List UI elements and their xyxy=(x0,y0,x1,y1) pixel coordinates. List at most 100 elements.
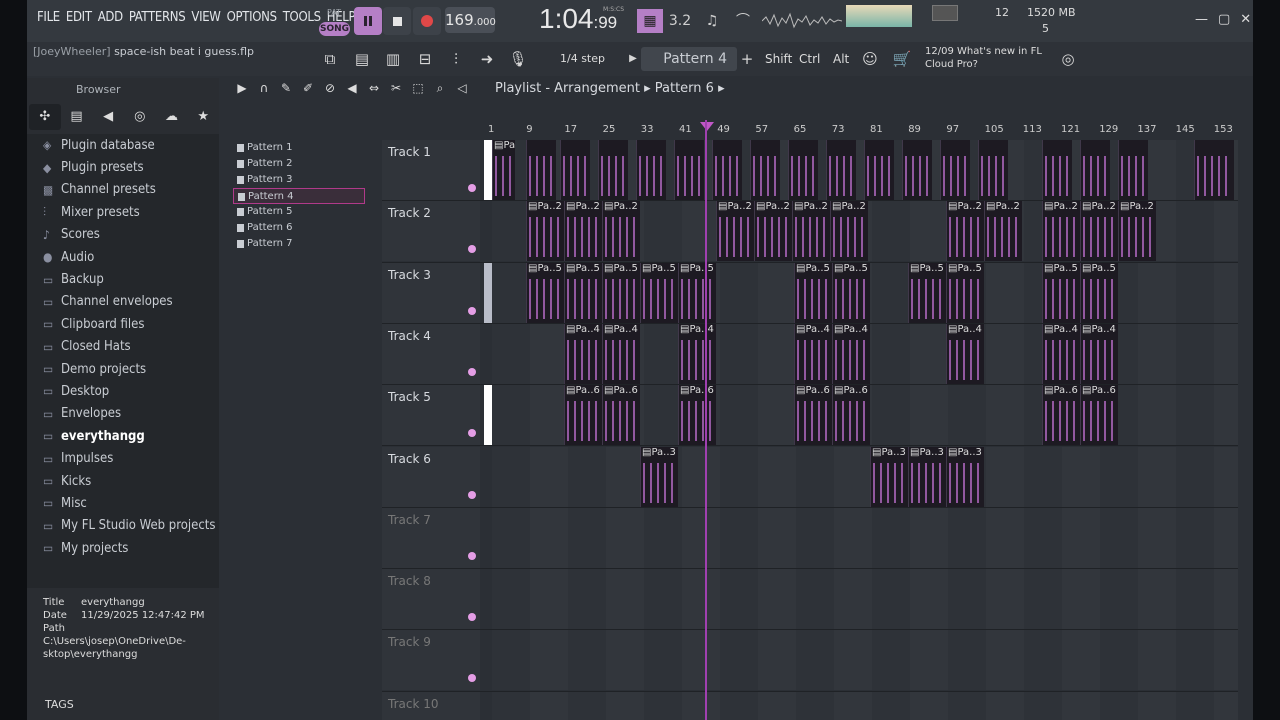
pattern-clip[interactable]: ▤Pa..3 xyxy=(640,446,678,507)
magnet-icon[interactable]: ∩ xyxy=(255,81,273,96)
menu-view[interactable]: VIEW xyxy=(188,10,223,25)
slip-icon[interactable]: ⇔ xyxy=(365,81,383,96)
pattern-clip[interactable]: ▤Pa..5 xyxy=(946,262,984,323)
browser-item[interactable]: ▭ My FL Studio Web projects xyxy=(27,515,219,537)
maximize-icon[interactable]: ▢ xyxy=(1218,12,1230,27)
menu-tools[interactable]: TOOLS xyxy=(280,10,324,25)
browser-item[interactable]: ▭ Envelopes xyxy=(27,403,219,425)
track-header[interactable]: Track 1 xyxy=(382,140,480,200)
pattern-clip[interactable] xyxy=(526,140,556,200)
track-mute-dot[interactable] xyxy=(468,613,476,622)
pattern-clip[interactable]: ▤Pa..2 xyxy=(1042,201,1080,262)
track-header[interactable]: Track 3 xyxy=(382,262,480,323)
mixer-icon[interactable]: ⊟ xyxy=(412,46,438,72)
arrow-icon[interactable]: ➜ xyxy=(474,46,500,72)
pattern-clip[interactable]: ▤Pa..5 xyxy=(564,262,602,323)
track-mute-dot[interactable] xyxy=(468,490,476,499)
pattern-clip[interactable]: ▤Pa..6 xyxy=(794,385,832,446)
globe-tab-icon[interactable]: ◎ xyxy=(124,104,156,130)
pattern-clip[interactable]: ▤Pa..4 xyxy=(1080,323,1118,384)
pattern-clip[interactable] xyxy=(560,140,590,200)
pattern-clip[interactable]: ▤Pa..3 xyxy=(946,446,984,507)
countdown-icon[interactable]: 3.2 xyxy=(667,9,693,33)
metronome-icon[interactable]: ♫ xyxy=(699,9,725,33)
pattern-clip[interactable]: ▤Pa..5 xyxy=(1080,262,1118,323)
browser-item[interactable]: ♪ Scores xyxy=(27,224,219,246)
pattern-item[interactable]: Pattern 2 xyxy=(233,156,365,172)
pattern-clip[interactable]: ▤Pa..6 xyxy=(602,385,640,446)
pattern-clip[interactable] xyxy=(674,140,704,200)
track-mute-dot[interactable] xyxy=(468,367,476,376)
pattern-selector[interactable]: Pattern 4 xyxy=(641,47,737,71)
track-header[interactable]: Track 8 xyxy=(382,569,480,630)
track-mute-dot[interactable] xyxy=(468,184,476,192)
pattern-clip[interactable]: ▤Pa..6 xyxy=(1042,385,1080,446)
menu-add[interactable]: ADD xyxy=(95,10,126,25)
pattern-clip[interactable]: ▤Pa..3 xyxy=(908,446,946,507)
smiley-icon[interactable]: ☺ xyxy=(857,46,883,72)
minimize-icon[interactable]: — xyxy=(1195,12,1208,27)
track-grid[interactable]: ▤Pa..3 ▤Pa..3 ▤Pa..3 ▤Pa..3 xyxy=(492,446,1238,507)
stop-button[interactable] xyxy=(383,7,411,35)
track-grid[interactable] xyxy=(492,630,1238,691)
track-mute-dot[interactable] xyxy=(468,551,476,560)
pattern-clip[interactable]: ▤Pa..4 xyxy=(946,323,984,384)
browser-item[interactable]: ▭ My projects xyxy=(27,537,219,559)
delete-icon[interactable]: ⊘ xyxy=(321,81,339,96)
microphone-icon[interactable]: 🎙 xyxy=(505,46,531,72)
pattern-clip[interactable]: ▤Pa..1 xyxy=(492,140,515,200)
pattern-clip[interactable]: ▤Pa..2 xyxy=(1080,201,1118,262)
track-mute-dot[interactable] xyxy=(468,245,476,254)
browser-item[interactable]: ▭ everythangg xyxy=(27,425,219,447)
browser-item[interactable]: ▭ Misc xyxy=(27,492,219,514)
track-header[interactable]: Track 6 xyxy=(382,446,480,507)
browser-item[interactable]: ● Audio xyxy=(27,246,219,268)
track-grid[interactable] xyxy=(492,569,1238,630)
track-grid[interactable] xyxy=(492,691,1238,720)
track-grid[interactable] xyxy=(492,507,1238,568)
paint-icon[interactable]: ✐ xyxy=(299,81,317,96)
pattern-clip[interactable] xyxy=(712,140,742,200)
piano-roll-icon[interactable]: ▥ xyxy=(380,46,406,72)
track-header[interactable]: Track 7 xyxy=(382,507,480,568)
track-header[interactable]: Track 9 xyxy=(382,630,480,691)
pattern-clip[interactable] xyxy=(902,140,932,200)
pattern-item[interactable]: Pattern 1 xyxy=(233,140,365,156)
track-grid[interactable]: ▤Pa..2 ▤Pa..2 ▤Pa..2 ▤Pa..2 ▤Pa..2 ▤Pa..2 ▤Pa.… xyxy=(492,201,1238,262)
browser-item[interactable]: ▭ Channel envelopes xyxy=(27,291,219,313)
pattern-clip[interactable] xyxy=(978,140,1008,200)
track-header[interactable]: Track 4 xyxy=(382,323,480,384)
pattern-clip[interactable]: ▤Pa..4 xyxy=(794,323,832,384)
pattern-clip[interactable]: ▤Pa..4 xyxy=(1042,323,1080,384)
record-button[interactable] xyxy=(413,7,441,35)
close-icon[interactable]: ✕ xyxy=(1240,12,1251,27)
pattern-clip[interactable]: ▤Pa..5 xyxy=(678,262,716,323)
shift-key[interactable]: Shift xyxy=(765,52,792,66)
cloud-tab-icon[interactable]: ☁ xyxy=(156,104,188,130)
tempo-display[interactable]: 169.000 xyxy=(445,7,496,33)
channel-rack-icon[interactable]: ▤ xyxy=(349,46,375,72)
pattern-clip[interactable] xyxy=(864,140,894,200)
browser-item[interactable]: ◆ Plugin presets xyxy=(27,156,219,178)
menu-edit[interactable]: EDIT xyxy=(63,10,95,25)
playhead-marker[interactable] xyxy=(700,122,714,131)
wait-input-icon[interactable]: ⌒ xyxy=(730,9,756,33)
pattern-clip[interactable]: ▤Pa..4 xyxy=(832,323,870,384)
pattern-clip[interactable]: ▤Pa..2 xyxy=(564,201,602,262)
typing-keyboard-icon[interactable]: ▦ xyxy=(637,9,663,33)
pattern-item[interactable]: Pattern 5 xyxy=(233,204,365,220)
browser-item[interactable]: ◈ Plugin database xyxy=(27,134,219,156)
ctrl-key[interactable]: Ctrl xyxy=(799,52,820,66)
pattern-clip[interactable]: ▤Pa..5 xyxy=(640,262,678,323)
globe-icon[interactable]: ◎ xyxy=(1055,46,1081,72)
pattern-clip[interactable]: ▤Pa..5 xyxy=(1042,262,1080,323)
pat-song-toggle[interactable]: PAT SONG xyxy=(319,5,351,37)
playlist-icon[interactable]: ⧉ xyxy=(317,46,343,72)
pattern-clip[interactable]: ▤Pa..2 xyxy=(1118,201,1156,262)
pattern-clip[interactable]: ▤Pa..5 xyxy=(908,262,946,323)
pattern-clip[interactable] xyxy=(940,140,970,200)
browser-item[interactable]: ▭ Kicks xyxy=(27,470,219,492)
track-grid[interactable]: ▤Pa..5 ▤Pa..5 ▤Pa..5 ▤Pa..5 ▤Pa..5 ▤Pa..5 ▤Pa.… xyxy=(492,262,1238,323)
pattern-clip[interactable]: ▤Pa..2 xyxy=(984,201,1022,262)
pattern-clip[interactable]: ▤Pa..5 xyxy=(832,262,870,323)
